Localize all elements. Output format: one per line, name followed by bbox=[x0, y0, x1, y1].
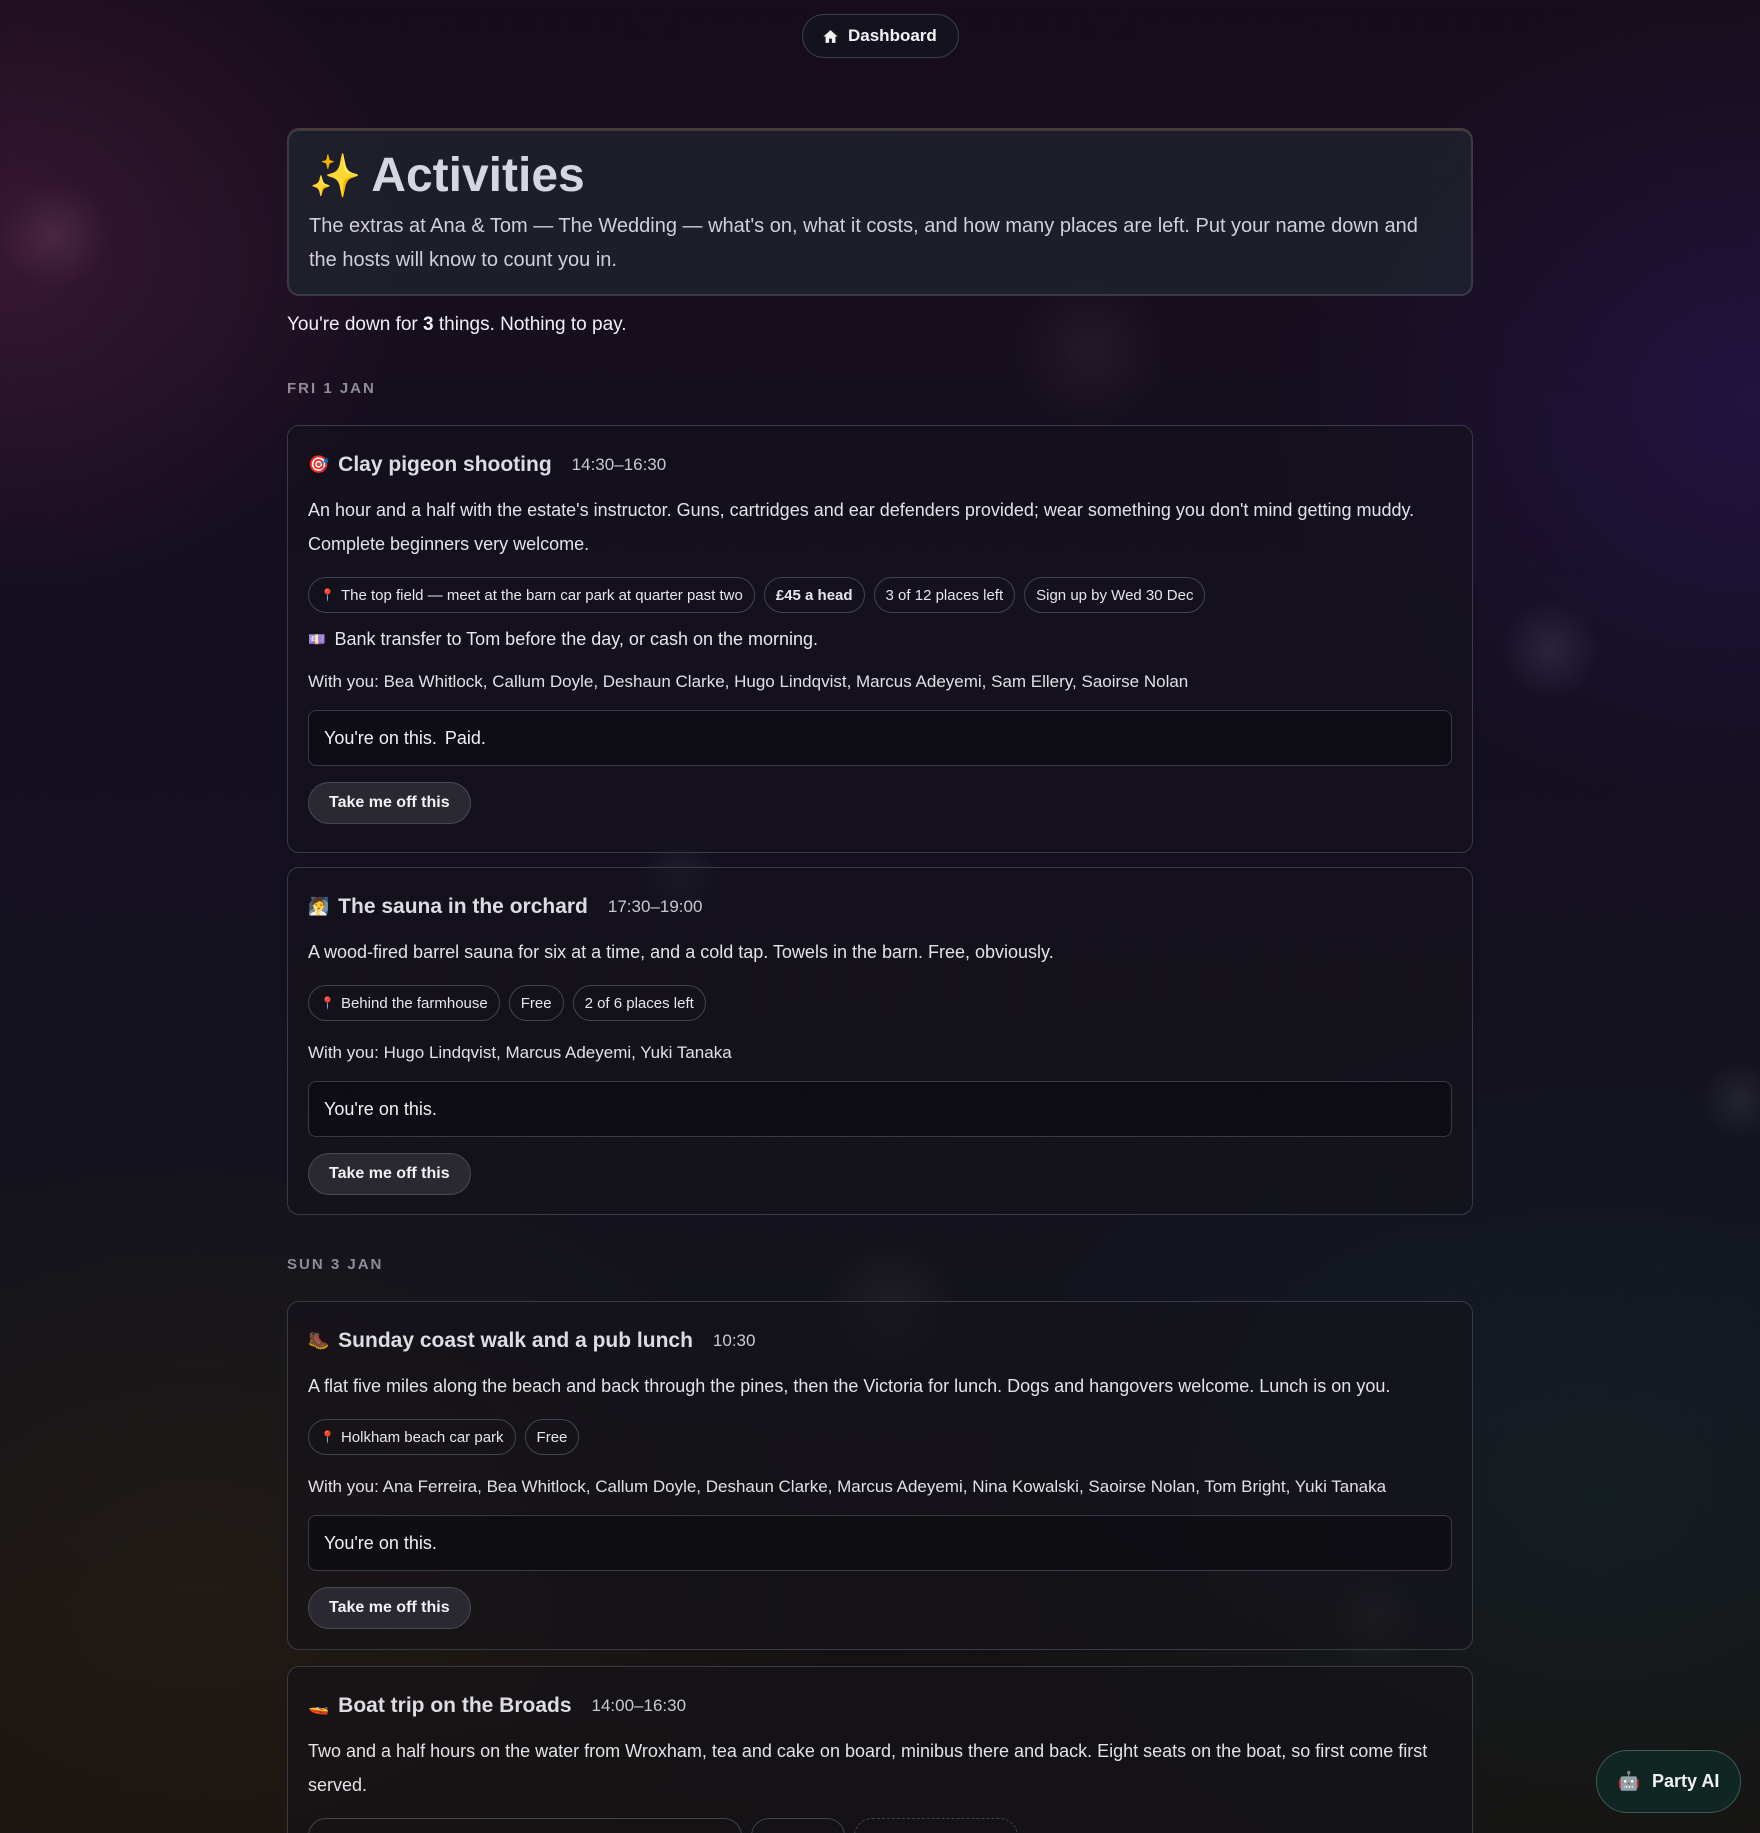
boot-icon: 🥾 bbox=[308, 1331, 330, 1350]
price-chip: Free bbox=[524, 1419, 580, 1455]
sauna-icon: 🧖 bbox=[308, 897, 330, 916]
robot-icon: 🤖 bbox=[1617, 1771, 1641, 1791]
paid-status: Paid. bbox=[444, 727, 486, 748]
activity-card-coast-walk: 🥾 Sunday coast walk and a pub lunch 10:3… bbox=[287, 1301, 1473, 1650]
day-heading: FRI 1 JAN bbox=[287, 380, 376, 397]
activity-description: Two and a half hours on the water from W… bbox=[308, 1741, 1428, 1795]
status-text: You're on this. bbox=[324, 1098, 437, 1119]
signup-status: You're on this. bbox=[308, 1515, 1452, 1571]
page-title-text: Activities bbox=[371, 149, 585, 202]
signup-status: You're on this. Paid. bbox=[308, 710, 1452, 766]
activity-time: 17:30–19:00 bbox=[607, 897, 703, 916]
take-me-off-button[interactable]: Take me off this bbox=[308, 1153, 471, 1195]
activity-description: A wood-fired barrel sauna for six at a t… bbox=[308, 942, 1054, 962]
summary-suffix: things. Nothing to pay. bbox=[433, 314, 627, 335]
status-text: You're on this. bbox=[324, 727, 437, 748]
party-ai-label: Party AI bbox=[1652, 1771, 1720, 1791]
home-icon bbox=[823, 29, 838, 43]
status-text: You're on this. bbox=[324, 1532, 437, 1553]
take-me-off-button[interactable]: Take me off this bbox=[308, 1587, 471, 1629]
pin-icon: 📍 bbox=[320, 996, 335, 1010]
payment-note-text: Bank transfer to Tom before the day, or … bbox=[334, 629, 819, 649]
activity-description: A flat five miles along the beach and ba… bbox=[308, 1376, 1391, 1396]
pin-icon: 📍 bbox=[320, 1430, 335, 1444]
header-card: ✨ Activities The extras at Ana & Tom — T… bbox=[287, 129, 1473, 296]
places-chip: 3 of 12 places left bbox=[873, 577, 1016, 613]
activity-time: 14:30–16:30 bbox=[571, 455, 667, 474]
page-subtitle: The extras at Ana & Tom — The Wedding — … bbox=[309, 215, 1418, 271]
activity-title: 🚤 Boat trip on the Broads bbox=[308, 1694, 572, 1718]
party-ai-button[interactable]: 🤖 Party AI bbox=[1596, 1750, 1741, 1813]
bokeh-light bbox=[1700, 1060, 1760, 1140]
take-me-off-button[interactable]: Take me off this bbox=[308, 782, 471, 824]
activity-title-text: Clay pigeon shooting bbox=[338, 453, 552, 476]
activity-title-text: The sauna in the orchard bbox=[338, 895, 588, 918]
summary-prefix: You're down for bbox=[287, 314, 424, 335]
sparkle-icon: ✨ bbox=[309, 152, 362, 199]
activity-time: 10:30 bbox=[712, 1331, 756, 1350]
location-chip: 📍 Holkham beach car park bbox=[308, 1419, 516, 1455]
boat-icon: 🚤 bbox=[308, 1696, 330, 1715]
location-text: Behind the farmhouse bbox=[340, 994, 488, 1012]
activity-chips: 📍 The top field — meet at the barn car pa… bbox=[308, 577, 1452, 613]
activity-card-boat-trip: 🚤 Boat trip on the Broads 14:00–16:30 Tw… bbox=[287, 1666, 1473, 1833]
price-chip: Free bbox=[508, 985, 564, 1021]
signup-status: You're on this. bbox=[308, 1081, 1452, 1137]
activity-time: 14:00–16:30 bbox=[591, 1696, 687, 1715]
bokeh-light bbox=[1500, 600, 1600, 700]
location-chip: 📍 The top field — meet at the barn car pa… bbox=[308, 577, 755, 613]
activity-chips: 📍 Behind the farmhouse Free 2 of 6 places… bbox=[308, 985, 1452, 1021]
activity-title: 🎯 Clay pigeon shooting bbox=[308, 453, 552, 477]
signup-summary: You're down for 3 things. Nothing to pay… bbox=[287, 314, 627, 336]
summary-count: 3 bbox=[423, 314, 434, 335]
activity-title-text: Boat trip on the Broads bbox=[338, 1694, 572, 1717]
deadline-chip: Sign up by Wed 30 Dec bbox=[1024, 577, 1206, 613]
price-chip bbox=[751, 1818, 845, 1833]
places-chip: 2 of 6 places left bbox=[572, 985, 706, 1021]
target-icon: 🎯 bbox=[308, 455, 330, 474]
activity-chips bbox=[308, 1818, 1452, 1833]
page-title: ✨ Activities bbox=[309, 147, 1451, 205]
bokeh-light bbox=[0, 180, 110, 290]
attendees-list: With you: Ana Ferreira, Bea Whitlock, Ca… bbox=[308, 1477, 1387, 1496]
activity-chips: 📍 Holkham beach car park Free bbox=[308, 1419, 1452, 1455]
day-heading: SUN 3 JAN bbox=[287, 1256, 384, 1273]
activity-title: 🥾 Sunday coast walk and a pub lunch bbox=[308, 1329, 693, 1353]
activity-title-text: Sunday coast walk and a pub lunch bbox=[338, 1329, 693, 1352]
places-chip bbox=[854, 1818, 1018, 1833]
location-text: The top field — meet at the barn car par… bbox=[340, 586, 743, 604]
dashboard-button[interactable]: Dashboard bbox=[802, 14, 959, 58]
price-chip: £45 a head bbox=[763, 577, 865, 613]
location-text: Holkham beach car park bbox=[340, 1428, 504, 1446]
activity-card-clay-pigeon: 🎯 Clay pigeon shooting 14:30–16:30 An ho… bbox=[287, 425, 1473, 853]
money-icon: 💷 bbox=[308, 631, 326, 647]
activity-description: An hour and a half with the estate's ins… bbox=[308, 500, 1415, 554]
attendees-list: With you: Hugo Lindqvist, Marcus Adeyemi… bbox=[308, 1043, 732, 1062]
pin-icon: 📍 bbox=[320, 588, 335, 602]
activity-title: 🧖 The sauna in the orchard bbox=[308, 895, 588, 919]
activity-card-sauna: 🧖 The sauna in the orchard 17:30–19:00 A… bbox=[287, 867, 1473, 1215]
attendees-list: With you: Bea Whitlock, Callum Doyle, De… bbox=[308, 672, 1189, 691]
location-chip bbox=[308, 1818, 742, 1833]
location-chip: 📍 Behind the farmhouse bbox=[308, 985, 500, 1021]
payment-note: 💷 Bank transfer to Tom before the day, o… bbox=[308, 629, 1452, 650]
dashboard-label: Dashboard bbox=[848, 26, 937, 45]
